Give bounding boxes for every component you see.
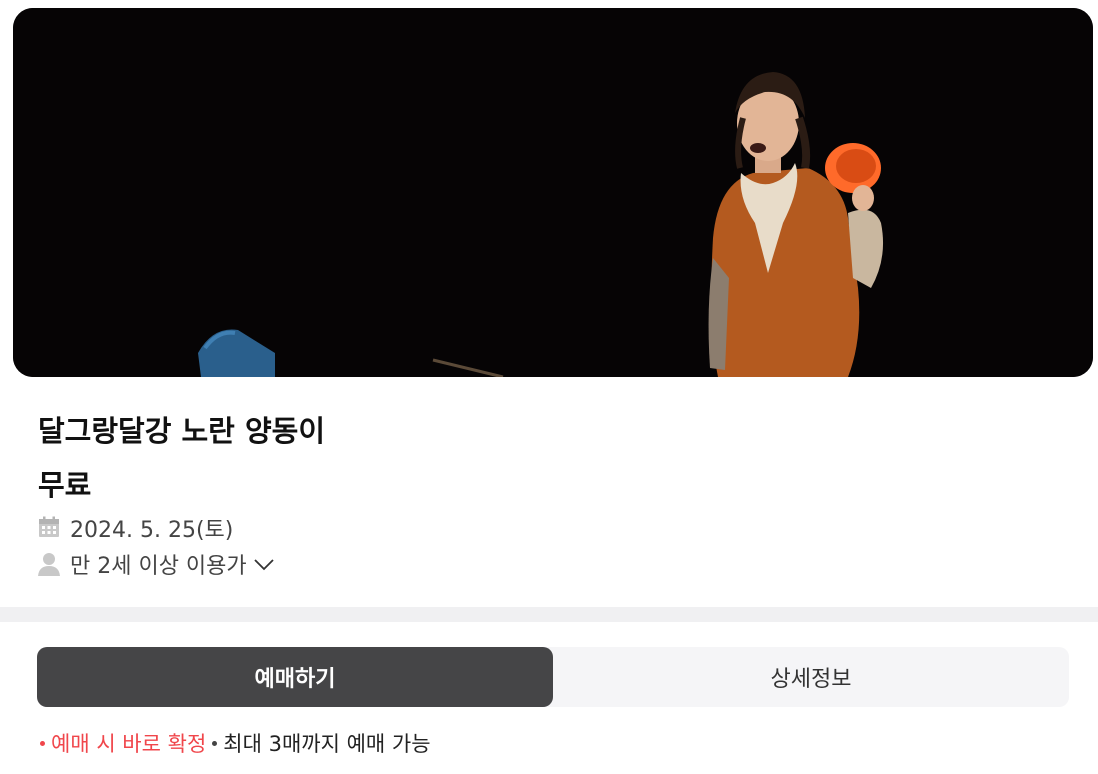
chevron-down-icon[interactable] xyxy=(253,557,275,571)
tab-booking[interactable]: 예매하기 xyxy=(37,647,553,707)
event-date: 2024. 5. 25(토) xyxy=(70,518,234,543)
age-limit-row[interactable]: 만 2세 이상 이용가 xyxy=(38,548,275,580)
calendar-icon xyxy=(38,516,62,540)
event-title-block: 달그랑달강 노란 양동이 무료 xyxy=(38,404,325,512)
performer-photo xyxy=(13,8,1093,377)
booking-notice: 예매 시 바로 확정 최대 3매까지 예매 가능 xyxy=(38,728,431,758)
event-price: 무료 xyxy=(38,468,92,502)
age-limit-text: 만 2세 이상 이용가 xyxy=(70,554,247,579)
event-title: 달그랑달강 노란 양동이 xyxy=(38,414,325,448)
notice-confirm: 예매 시 바로 확정 xyxy=(51,732,207,756)
event-date-row: 2024. 5. 25(토) xyxy=(38,512,233,544)
tab-bar: 예매하기 상세정보 xyxy=(37,647,1069,707)
tab-details[interactable]: 상세정보 xyxy=(553,647,1069,707)
person-icon xyxy=(38,552,62,576)
section-divider xyxy=(0,607,1098,622)
bullet-red xyxy=(40,740,45,746)
bullet-dark xyxy=(212,740,218,746)
notice-limit: 최대 3매까지 예매 가능 xyxy=(223,732,431,756)
hero-image xyxy=(13,8,1093,377)
